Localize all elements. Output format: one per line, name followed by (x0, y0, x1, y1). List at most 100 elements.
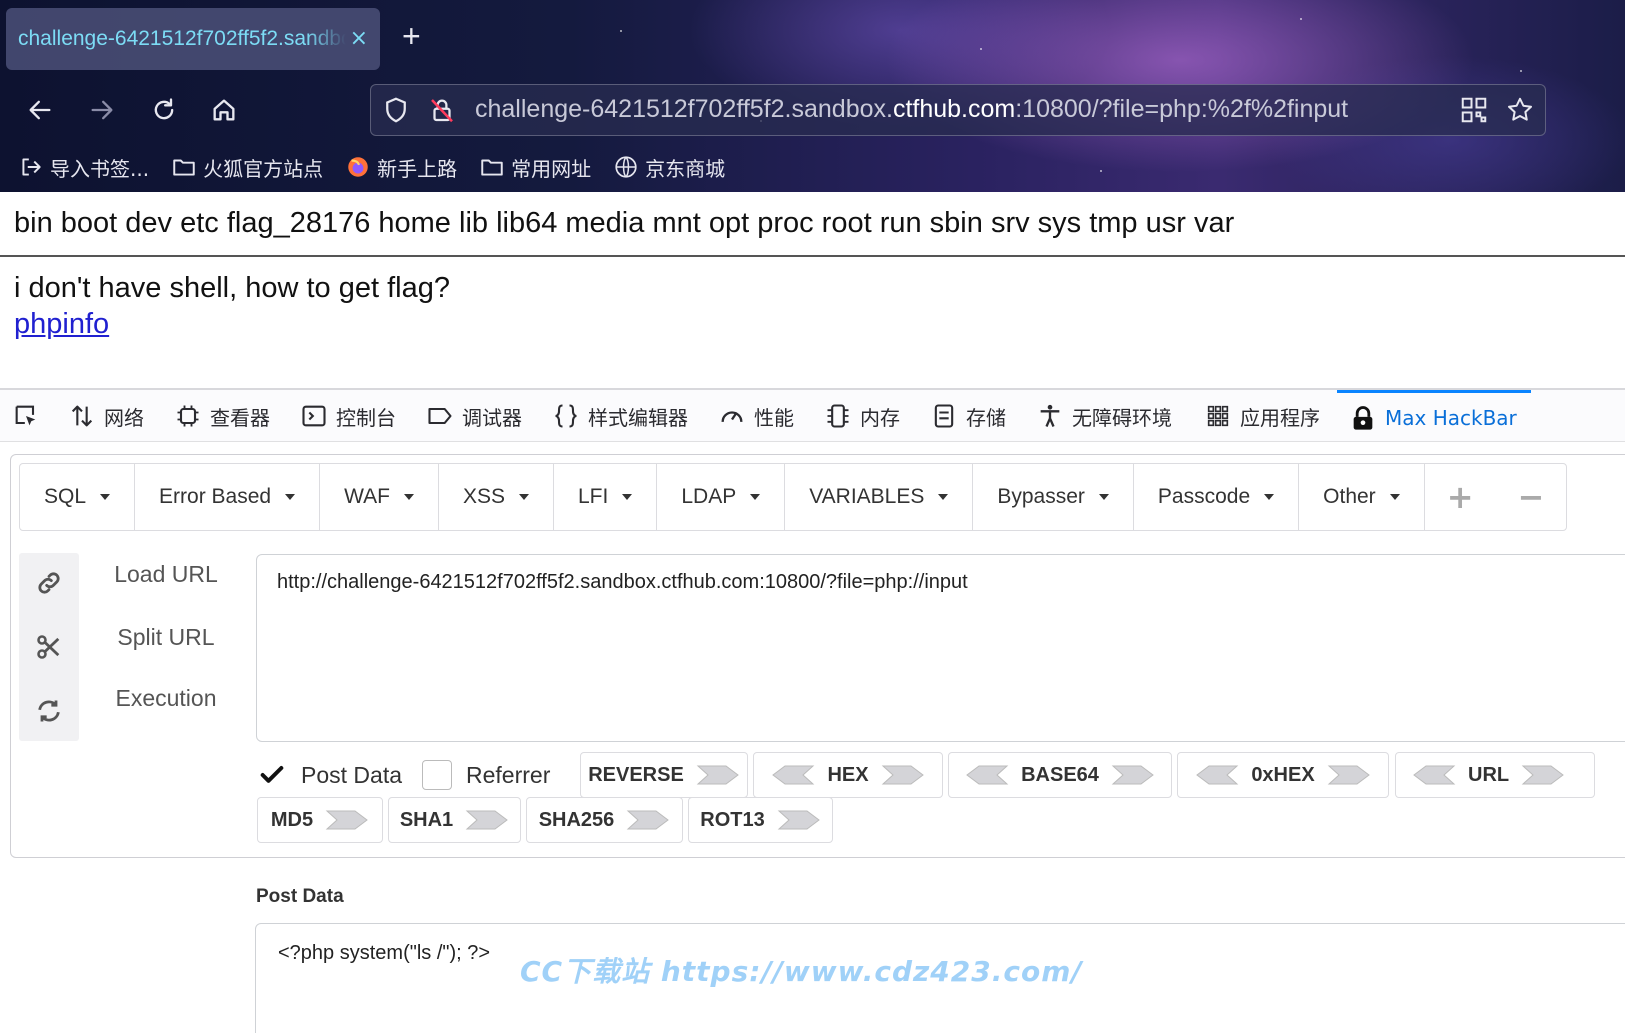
new-tab-button[interactable]: + (402, 20, 421, 52)
sha256-button[interactable]: SHA256 (526, 797, 683, 843)
tab-inspector[interactable]: 查看器 (174, 390, 270, 442)
firefox-icon (348, 157, 368, 177)
arrow-left-icon (1196, 765, 1239, 785)
background-star (1520, 70, 1522, 72)
inspector-icon (177, 405, 199, 427)
caret-down-icon (1264, 494, 1275, 500)
hackbar-panel: SQL Error Based WAF XSS LFI LDAP VARIABL… (10, 454, 1625, 858)
tab-style-editor[interactable]: 样式编辑器 (552, 390, 688, 442)
referrer-label: Referrer (466, 761, 551, 788)
caret-down-icon (1098, 494, 1109, 500)
arrow-left-icon (966, 765, 1009, 785)
menu-error-based[interactable]: Error Based (135, 464, 321, 530)
base64-button[interactable]: BASE64 (948, 752, 1172, 798)
address-bar[interactable]: challenge-6421512f702ff5f2.sandbox.ctfhu… (370, 84, 1546, 136)
directory-listing: bin boot dev etc flag_28176 home lib lib… (14, 207, 1235, 239)
tab-memory[interactable]: 内存 (824, 390, 900, 442)
bookmark-firefox-site[interactable]: 火狐官方站点 (171, 153, 323, 182)
menu-sql[interactable]: SQL (20, 464, 136, 530)
url-textarea[interactable]: http://challenge-6421512f702ff5f2.sandbo… (256, 554, 1625, 742)
folder-icon (173, 159, 195, 176)
checkmark-icon (260, 766, 284, 783)
md5-button[interactable]: MD5 (257, 797, 383, 843)
element-picker-icon (15, 405, 36, 426)
watermark: CC下载站 https://www.cdz423.com/ (520, 955, 1083, 988)
bookmark-getting-started[interactable]: 新手上路 (345, 153, 457, 182)
execution-button[interactable]: Execution (101, 685, 231, 712)
tab-network[interactable]: 网络 (68, 390, 144, 442)
menu-waf[interactable]: WAF (320, 464, 439, 530)
rot13-button[interactable]: ROT13 (688, 797, 833, 843)
add-button[interactable]: + (1425, 464, 1496, 530)
options-row: Post Data Referrer (257, 752, 570, 798)
menu-bypasser[interactable]: Bypasser (973, 464, 1134, 530)
phpinfo-link[interactable]: phpinfo (14, 308, 109, 341)
sha1-button[interactable]: SHA1 (388, 797, 521, 843)
menu-passcode[interactable]: Passcode (1134, 464, 1300, 530)
menu-lfi[interactable]: LFI (554, 464, 658, 530)
bookmark-jd[interactable]: 京东商城 (613, 153, 725, 182)
referrer-checkbox[interactable] (422, 760, 452, 790)
home-button[interactable] (206, 92, 242, 128)
horizontal-rule (0, 255, 1625, 257)
hackbar-menu: SQL Error Based WAF XSS LFI LDAP VARIABL… (19, 463, 1568, 531)
tab-title: challenge-6421512f702ff5f2.sandbox.ctfhu… (18, 27, 346, 50)
reload-button[interactable] (146, 92, 182, 128)
bookmark-common-sites[interactable]: 常用网址 (479, 153, 591, 182)
scissors-icon[interactable] (35, 633, 63, 661)
shield-icon[interactable] (381, 95, 411, 125)
background-star (1300, 18, 1302, 20)
remove-button[interactable]: − (1496, 464, 1567, 530)
tab-application[interactable]: 应用程序 (1204, 390, 1320, 442)
performance-gauge-icon (721, 411, 743, 422)
menu-ldap[interactable]: LDAP (657, 464, 786, 530)
url-text[interactable]: challenge-6421512f702ff5f2.sandbox.ctfhu… (475, 95, 1348, 124)
menu-variables[interactable]: VARIABLES (785, 464, 974, 530)
bookmark-import[interactable]: 导入书签... (18, 153, 149, 182)
0xhex-button[interactable]: 0xHEX (1177, 752, 1389, 798)
post-data-checkbox[interactable] (257, 760, 287, 790)
arrow-right-icon (626, 810, 670, 830)
link-icon[interactable] (35, 569, 63, 597)
accessibility-icon (1040, 404, 1060, 427)
network-icon (71, 405, 93, 427)
caret-down-icon (100, 494, 111, 500)
arrow-left-icon (772, 765, 815, 785)
tab-close-icon[interactable]: × (350, 28, 368, 50)
arrow-right-icon (1327, 765, 1370, 785)
caret-down-icon (403, 494, 414, 500)
arrow-right-icon (325, 810, 368, 830)
reload-icon (154, 98, 174, 120)
tab-storage[interactable]: 存储 (930, 390, 1006, 442)
caret-down-icon (519, 494, 529, 500)
bookmarks-bar: 导入书签... 火狐官方站点 新手上路 常用网址 京东商城 (18, 150, 725, 184)
refresh-icon[interactable] (35, 697, 63, 725)
background-star (1100, 170, 1102, 172)
arrow-right-icon (1111, 765, 1154, 785)
forward-button[interactable] (84, 92, 120, 128)
hackbar-lock-icon (1353, 405, 1373, 430)
tab-accessibility[interactable]: 无障碍环境 (1036, 390, 1172, 442)
hex-button[interactable]: HEX (753, 752, 943, 798)
browser-chrome: challenge-6421512f702ff5f2.sandbox.ctfhu… (0, 0, 1625, 192)
load-url-button[interactable]: Load URL (101, 561, 231, 588)
active-tab[interactable]: challenge-6421512f702ff5f2.sandbox.ctfhu… (6, 8, 380, 70)
tab-performance[interactable]: 性能 (718, 390, 794, 442)
tab-max-hackbar[interactable]: Max HackBar (1337, 390, 1531, 442)
qr-code-icon[interactable] (1459, 95, 1489, 125)
menu-other[interactable]: Other (1299, 464, 1425, 530)
tab-console[interactable]: 控制台 (300, 390, 396, 442)
caret-down-icon (750, 494, 761, 500)
back-button[interactable] (22, 92, 58, 128)
url-encode-button[interactable]: URL (1395, 752, 1595, 798)
split-url-button[interactable]: Split URL (101, 624, 231, 651)
insecure-lock-icon[interactable] (427, 95, 457, 125)
import-icon (22, 158, 41, 176)
bookmark-star-icon[interactable] (1505, 95, 1535, 125)
reverse-button[interactable]: REVERSE (580, 752, 748, 798)
element-picker-button[interactable] (12, 390, 40, 442)
menu-xss[interactable]: XSS (439, 464, 554, 530)
forward-arrow-icon (91, 100, 113, 120)
arrow-right-icon (696, 765, 739, 785)
tab-debugger[interactable]: 调试器 (426, 390, 522, 442)
